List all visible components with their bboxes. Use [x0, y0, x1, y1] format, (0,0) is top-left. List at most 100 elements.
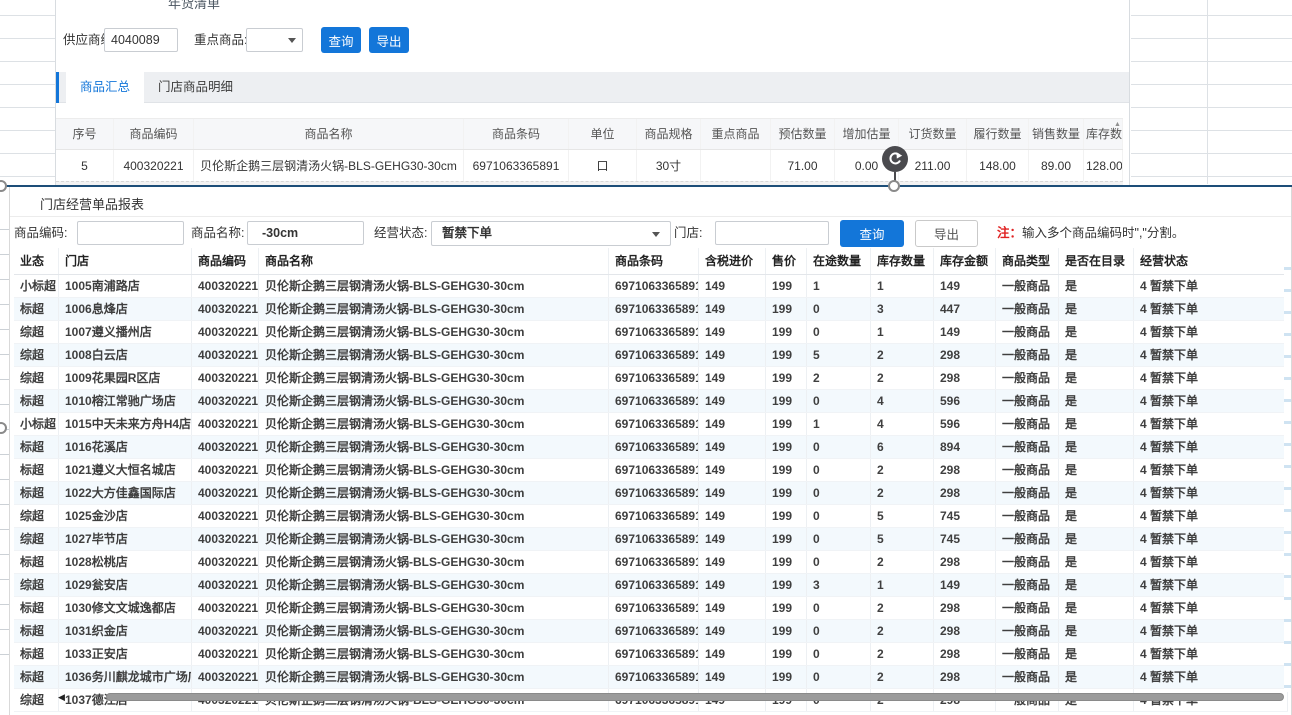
- column-header: 预估数量: [771, 119, 835, 149]
- table-cell: 4 暂禁下单: [1134, 436, 1288, 458]
- table-cell: 400320221: [192, 367, 259, 389]
- table-row[interactable]: 标超1006息烽店400320221贝伦斯企鹅三层钢清汤火锅-BLS-GEHG3…: [14, 298, 1288, 321]
- supplier-query-form: 供应商编码: 重点商品: 查询 导出: [56, 27, 1129, 53]
- item-code-input[interactable]: [77, 221, 184, 245]
- table-row[interactable]: 标超1022大方佳鑫国际店400320221贝伦斯企鹅三层钢清汤火锅-BLS-G…: [14, 482, 1288, 505]
- table-cell: 5: [807, 344, 871, 366]
- table-cell: 一般商品: [996, 459, 1059, 481]
- table-cell: 1: [807, 413, 871, 435]
- table-cell: 1005南浦路店: [59, 275, 192, 297]
- table-row[interactable]: 综超1025金沙店400320221贝伦斯企鹅三层钢清汤火锅-BLS-GEHG3…: [14, 505, 1288, 528]
- tab-2[interactable]: 门店商品明细: [144, 72, 247, 103]
- export-button[interactable]: 导出: [369, 27, 409, 53]
- key-product-select[interactable]: [246, 28, 303, 52]
- chevron-down-icon: [288, 38, 296, 43]
- table-row[interactable]: 综超1008白云店400320221贝伦斯企鹅三层钢清汤火锅-BLS-GEHG3…: [14, 344, 1288, 367]
- table-cell: 一般商品: [996, 528, 1059, 550]
- table-cell: 4 暂禁下单: [1134, 643, 1288, 665]
- table-row[interactable]: 小标超1015中天未来方舟H4店400320221贝伦斯企鹅三层钢清汤火锅-BL…: [14, 413, 1288, 436]
- table-row[interactable]: 标超1030修文文城逸都店400320221贝伦斯企鹅三层钢清汤火锅-BLS-G…: [14, 597, 1288, 620]
- refresh-icon[interactable]: [882, 146, 908, 172]
- table-cell: 综超: [14, 367, 59, 389]
- table-cell: 小标超: [14, 413, 59, 435]
- vertical-scrollbar[interactable]: [1284, 248, 1291, 692]
- scroll-up-icon[interactable]: ▲: [1114, 121, 1121, 128]
- table-cell: 199: [766, 620, 807, 642]
- table-cell: 小标超: [14, 275, 59, 297]
- table-cell: 2: [871, 344, 934, 366]
- table-cell: 199: [766, 459, 807, 481]
- tab-1[interactable]: 商品汇总: [66, 72, 144, 103]
- table-cell: 6971063365891: [609, 551, 699, 573]
- table-cell: 一般商品: [996, 367, 1059, 389]
- table-cell: 2: [871, 666, 934, 688]
- product-summary-table: 序号商品编码商品名称商品条码单位商品规格重点商品预估数量增加估量订货数量履行数量…: [56, 118, 1123, 183]
- input-hint-note: 注：输入多个商品编码时","分割。: [997, 220, 1184, 247]
- table-cell: 0: [807, 390, 871, 412]
- table-cell: 6971063365891: [609, 367, 699, 389]
- table-cell: 6971063365891: [609, 390, 699, 412]
- supplier-code-input[interactable]: [104, 28, 178, 52]
- table-row[interactable]: 标超1028松桃店400320221贝伦斯企鹅三层钢清汤火锅-BLS-GEHG3…: [14, 551, 1288, 574]
- table-cell: 4 暂禁下单: [1134, 413, 1288, 435]
- table-cell: 149: [699, 666, 766, 688]
- table-cell: 1007遵义播州店: [59, 321, 192, 343]
- item-name-input[interactable]: [247, 221, 364, 245]
- divider-handle-center[interactable]: [888, 180, 900, 192]
- horizontal-scrollbar[interactable]: ◀: [10, 692, 1292, 703]
- column-header: 商品条码: [609, 248, 699, 274]
- table-row[interactable]: 标超1010榕江常驰广场店400320221贝伦斯企鹅三层钢清汤火锅-BLS-G…: [14, 390, 1288, 413]
- table-row[interactable]: 标超1036务川麒龙城市广场店400320221贝伦斯企鹅三层钢清汤火锅-BLS…: [14, 666, 1288, 689]
- table-cell: 400320221: [192, 413, 259, 435]
- store-input[interactable]: [715, 221, 829, 245]
- table-cell: 贝伦斯企鹅三层钢清汤火锅-BLS-GEHG30-30cm: [259, 551, 609, 573]
- divider-handle-left[interactable]: [0, 180, 7, 192]
- table-cell: 6971063365891: [609, 482, 699, 504]
- query-button[interactable]: 查询: [840, 220, 904, 247]
- table-cell: 71.00: [771, 150, 835, 182]
- table-cell: 0: [807, 551, 871, 573]
- table-cell: 199: [766, 551, 807, 573]
- table-cell: 1030修文文城逸都店: [59, 597, 192, 619]
- table-cell: 1: [871, 574, 934, 596]
- table-cell: 149: [699, 390, 766, 412]
- table-cell: 6971063365891: [609, 505, 699, 527]
- table-row[interactable]: 标超1031织金店400320221贝伦斯企鹅三层钢清汤火锅-BLS-GEHG3…: [14, 620, 1288, 643]
- table-row[interactable]: 综超1009花果园R区店400320221贝伦斯企鹅三层钢清汤火锅-BLS-GE…: [14, 367, 1288, 390]
- status-label: 经营状态:: [374, 220, 427, 247]
- table-cell: 6971063365891: [609, 298, 699, 320]
- table-cell: 149: [699, 413, 766, 435]
- export-button[interactable]: 导出: [915, 220, 978, 247]
- status-select[interactable]: 暂禁下单: [431, 221, 671, 246]
- table-cell: 一般商品: [996, 574, 1059, 596]
- table-cell: 199: [766, 367, 807, 389]
- query-button[interactable]: 查询: [321, 27, 361, 53]
- table-cell: 2: [871, 482, 934, 504]
- item-code-label: 商品编码:: [14, 220, 67, 247]
- table-row[interactable]: 标超1021遵义大恒名城店400320221贝伦斯企鹅三层钢清汤火锅-BLS-G…: [14, 459, 1288, 482]
- table-row[interactable]: 标超1033正安店400320221贝伦斯企鹅三层钢清汤火锅-BLS-GEHG3…: [14, 643, 1288, 666]
- chevron-down-icon: [652, 232, 660, 237]
- table-cell: 一般商品: [996, 482, 1059, 504]
- table-cell: 199: [766, 643, 807, 665]
- table-cell: 是: [1059, 620, 1134, 642]
- table-cell: 4 暂禁下单: [1134, 666, 1288, 688]
- table-cell: 4 暂禁下单: [1134, 620, 1288, 642]
- table-row[interactable]: 标超1016花溪店400320221贝伦斯企鹅三层钢清汤火锅-BLS-GEHG3…: [14, 436, 1288, 459]
- table-row[interactable]: 综超1007遵义播州店400320221贝伦斯企鹅三层钢清汤火锅-BLS-GEH…: [14, 321, 1288, 344]
- horizontal-scrollbar-thumb[interactable]: [106, 693, 1284, 701]
- table-cell: 贝伦斯企鹅三层钢清汤火锅-BLS-GEHG30-30cm: [259, 390, 609, 412]
- spreadsheet-gridlines-bottom-left: [0, 205, 9, 670]
- table-cell: 是: [1059, 413, 1134, 435]
- store-label: 门店:: [674, 220, 702, 247]
- column-header: 订货数量: [899, 119, 967, 149]
- scroll-left-icon[interactable]: ◀: [58, 692, 65, 703]
- table-cell: 4 暂禁下单: [1134, 298, 1288, 320]
- table-row[interactable]: 综超1027毕节店400320221贝伦斯企鹅三层钢清汤火锅-BLS-GEHG3…: [14, 528, 1288, 551]
- table-cell: 一般商品: [996, 666, 1059, 688]
- table-row[interactable]: 5400320221贝伦斯企鹅三层钢清汤火锅-BLS-GEHG30-30cm69…: [56, 150, 1123, 183]
- table-cell: 4 暂禁下单: [1134, 321, 1288, 343]
- column-header: 商品编码: [114, 119, 194, 149]
- table-row[interactable]: 小标超1005南浦路店400320221贝伦斯企鹅三层钢清汤火锅-BLS-GEH…: [14, 275, 1288, 298]
- table-row[interactable]: 综超1029瓮安店400320221贝伦斯企鹅三层钢清汤火锅-BLS-GEHG3…: [14, 574, 1288, 597]
